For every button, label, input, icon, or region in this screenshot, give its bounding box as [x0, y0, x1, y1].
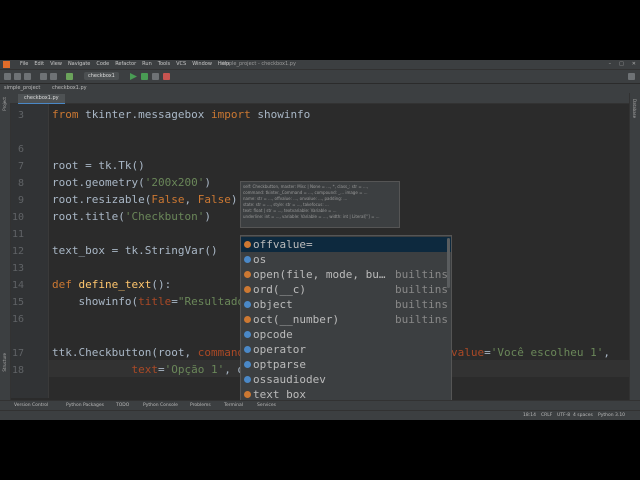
status-indent[interactable]: 4 spaces [573, 411, 593, 420]
line-number: 12 [11, 246, 24, 257]
status-position[interactable]: 18:14 [523, 411, 536, 420]
line-number: 10 [11, 212, 24, 223]
line-number: 11 [11, 229, 24, 240]
menu-edit[interactable]: Edit [34, 60, 44, 69]
close-icon[interactable]: ✕ [632, 60, 636, 69]
sync-icon[interactable] [24, 73, 31, 80]
parameter-info-popup: self: Checkbutton, master: Misc | None =… [240, 181, 400, 228]
function-icon [244, 271, 251, 278]
line-number: 16 [11, 314, 24, 325]
completion-item-optparse[interactable]: optparse [241, 357, 451, 372]
status-bar: 18:14 CRLF UTF-8 4 spaces Python 3.10 [0, 410, 640, 420]
code-line-14: showinfo(title="Resultado" [52, 295, 251, 308]
function-icon [244, 316, 251, 323]
toolbar: checkbox1 [0, 69, 640, 83]
editor-tabs: checkbox1.py [10, 93, 630, 105]
forward-icon[interactable] [50, 73, 57, 80]
code-line-9: root.title('Checkbuton') [52, 210, 211, 223]
menu-tools[interactable]: Tools [158, 60, 170, 69]
code-line-3: from tkinter.messagebox import showinfo [52, 108, 311, 121]
code-completion-popup: offvalue= os open(file, mode, bu… builtin… [240, 235, 452, 419]
class-icon [244, 301, 251, 308]
module-icon [244, 361, 251, 368]
title-bar: File Edit View Navigate Code Refactor Ru… [0, 60, 640, 69]
back-icon[interactable] [40, 73, 47, 80]
completion-item-os[interactable]: os [241, 252, 451, 267]
menu-refactor[interactable]: Refactor [115, 60, 136, 69]
search-everywhere-icon[interactable] [628, 73, 635, 80]
completion-scrollbar[interactable] [447, 238, 450, 288]
status-interpreter[interactable]: Python 3.10 [598, 411, 625, 420]
function-icon [244, 286, 251, 293]
module-icon [244, 331, 251, 338]
code-line-17: ttk.Checkbutton(root, command= [52, 346, 251, 359]
line-number: 15 [11, 297, 24, 308]
code-line-18: text='Opção 1', o [131, 363, 246, 376]
line-number: 14 [11, 280, 24, 291]
module-icon [244, 346, 251, 353]
database-tool-button[interactable]: Database [632, 99, 637, 118]
status-encoding[interactable]: UTF-8 [557, 411, 570, 420]
line-number: 18 [11, 365, 24, 376]
code-line-7: root.geometry('200x200') [52, 176, 211, 189]
python-icon [66, 73, 73, 80]
menu-run[interactable]: Run [142, 60, 152, 69]
breadcrumb-project[interactable]: simple_project [4, 84, 40, 93]
variable-icon [244, 391, 251, 398]
coverage-icon[interactable] [152, 73, 159, 80]
minimize-icon[interactable]: – [609, 60, 612, 69]
project-tool-button[interactable]: Project [2, 97, 7, 111]
menu-vcs[interactable]: VCS [176, 60, 186, 69]
module-icon [244, 256, 251, 263]
code-line-13: def define_text(): [52, 278, 172, 291]
completion-item-offvalue[interactable]: offvalue= [241, 237, 451, 252]
completion-item-open[interactable]: open(file, mode, bu… builtins [241, 267, 451, 282]
module-icon [244, 376, 251, 383]
param-info-line: underline: int = ..., variable: Variable… [243, 214, 380, 219]
menu-code[interactable]: Code [96, 60, 109, 69]
code-line-17-tail: value='Você escolheu 1', [451, 346, 610, 359]
run-configuration-select[interactable]: checkbox1 [84, 72, 119, 80]
debug-icon[interactable] [141, 73, 148, 80]
app-logo-icon [3, 61, 10, 68]
line-number: 7 [17, 161, 24, 172]
window-controls: – □ ✕ [609, 60, 636, 69]
run-icon[interactable] [130, 73, 137, 80]
ide-window: File Edit View Navigate Code Refactor Ru… [0, 60, 640, 420]
completion-item-oct[interactable]: oct(__number) builtins [241, 312, 451, 327]
breadcrumb-file[interactable]: checkbox1.py [52, 84, 87, 93]
line-number: 3 [17, 110, 24, 121]
completion-item-opcode[interactable]: opcode [241, 327, 451, 342]
window-title: simple_project - checkbox1.py [220, 61, 296, 67]
line-number: 6 [17, 144, 24, 155]
code-line-6: root = tk.Tk() [52, 159, 145, 172]
breadcrumb: simple_project checkbox1.py [0, 83, 640, 93]
right-tool-strip: Database [629, 93, 640, 400]
menu-view[interactable]: View [50, 60, 62, 69]
completion-item-operator[interactable]: operator [241, 342, 451, 357]
completion-item-ord[interactable]: ord(__c) builtins [241, 282, 451, 297]
code-line-8: root.resizable(False, False) [52, 193, 238, 206]
menu-file[interactable]: File [20, 60, 28, 69]
open-folder-icon[interactable] [4, 73, 11, 80]
line-number: 17 [11, 348, 24, 359]
menu-bar: File Edit View Navigate Code Refactor Ru… [20, 60, 229, 69]
stop-icon[interactable] [163, 73, 170, 80]
menu-window[interactable]: Window [192, 60, 212, 69]
status-line-separator[interactable]: CRLF [541, 411, 552, 420]
save-icon[interactable] [14, 73, 21, 80]
completion-item-object[interactable]: object builtins [241, 297, 451, 312]
code-line-11: text_box = tk.StringVar() [52, 244, 218, 257]
line-number: 8 [17, 178, 24, 189]
line-number: 13 [11, 263, 24, 274]
line-number: 9 [17, 195, 24, 206]
maximize-icon[interactable]: □ [619, 60, 624, 69]
completion-item-ossaudiodev[interactable]: ossaudiodev [241, 372, 451, 387]
menu-navigate[interactable]: Navigate [68, 60, 90, 69]
line-number-gutter: 3 6 7 8 9 10 11 12 13 14 15 16 17 18 [11, 104, 49, 398]
parameter-icon [244, 241, 251, 248]
